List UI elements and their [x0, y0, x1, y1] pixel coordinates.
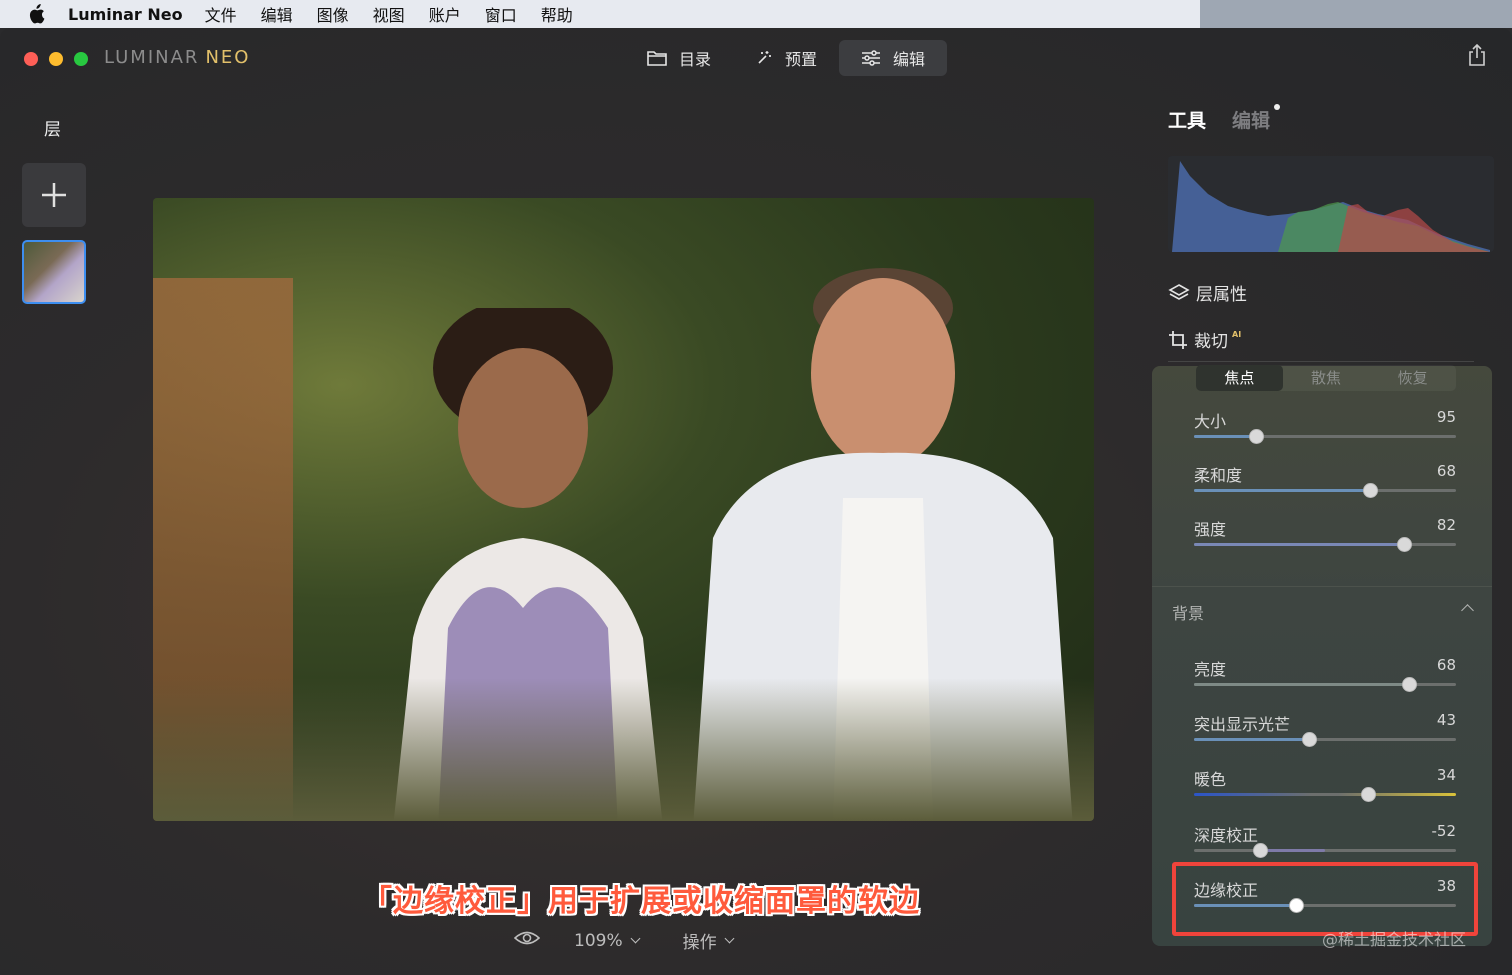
operations-label: 操作	[682, 933, 717, 953]
divider	[1168, 361, 1474, 362]
menu-help[interactable]: 帮助	[541, 2, 573, 26]
menu-window[interactable]: 窗口	[485, 2, 517, 26]
logo-text: LUMINAR	[104, 47, 200, 68]
crop-row[interactable]: 裁切 AI	[1168, 327, 1241, 352]
layer-properties-label: 层属性	[1196, 285, 1247, 305]
add-layer-button[interactable]	[22, 163, 86, 227]
slider-fill	[1194, 489, 1370, 492]
slider-fill	[1194, 543, 1404, 546]
slider-value: 95	[1436, 408, 1456, 426]
tab-edit-label: 编辑	[1232, 110, 1271, 132]
menu-image[interactable]: 图像	[317, 2, 349, 26]
close-window-button[interactable]	[24, 52, 38, 66]
slider-knob[interactable]	[1252, 843, 1268, 858]
zoom-dropdown[interactable]: 109%	[574, 930, 641, 951]
background-section-header[interactable]: 背景	[1172, 600, 1478, 624]
sidebar-tabs: 工具 编辑	[1168, 104, 1281, 133]
slider-label: 强度	[1194, 520, 1227, 539]
layer-thumbnail[interactable]	[22, 240, 86, 304]
segment-focus[interactable]: 焦点	[1196, 365, 1283, 391]
slider-knob[interactable]	[1248, 429, 1264, 444]
slider-knob[interactable]	[1401, 677, 1417, 692]
magic-wand-icon	[758, 51, 772, 64]
minimize-window-button[interactable]	[49, 52, 63, 66]
menu-bar: Luminar Neo 文件 编辑 图像 视图 账户 窗口 帮助	[0, 0, 1512, 28]
folder-icon	[647, 51, 667, 66]
slider-fill	[1260, 849, 1325, 852]
operations-dropdown[interactable]: 操作	[682, 928, 735, 953]
app-window: LUMINAR NEO 目录 预置 编辑 层 「边缘校正」用于扩展或收缩面罩的软…	[0, 28, 1512, 975]
nav-presets-button[interactable]: 预置	[733, 40, 839, 76]
slider-knob[interactable]	[1396, 537, 1412, 552]
sliders-icon	[862, 50, 881, 66]
slider-knob[interactable]	[1362, 483, 1378, 498]
apple-icon[interactable]	[26, 4, 46, 24]
crop-icon	[1169, 330, 1187, 349]
share-icon[interactable]	[1468, 43, 1486, 70]
slider-fill	[1194, 738, 1310, 741]
slider-label: 大小	[1194, 412, 1227, 431]
logo-neo-text: NEO	[205, 47, 251, 68]
slider-value: 68	[1436, 656, 1456, 674]
slider-value: 68	[1436, 462, 1456, 480]
annotation-highlight-box	[1172, 862, 1478, 936]
ai-badge: AI	[1232, 330, 1242, 339]
plus-icon	[42, 183, 66, 207]
slider-track[interactable]	[1194, 849, 1456, 852]
crop-label: 裁切	[1194, 332, 1228, 352]
slider-fill	[1194, 435, 1256, 438]
zoom-window-button[interactable]	[74, 52, 88, 66]
menu-app-name[interactable]: Luminar Neo	[68, 5, 183, 24]
menu-bar-right-area	[1200, 0, 1512, 28]
photo-ground	[153, 678, 1094, 821]
caption-overlay: 「边缘校正」用于扩展或收缩面罩的软边	[362, 884, 920, 919]
slider-label: 亮度	[1194, 660, 1227, 679]
histogram	[1168, 156, 1494, 252]
slider-value: 34	[1436, 766, 1456, 784]
chevron-down-icon	[630, 933, 641, 944]
menu-edit[interactable]: 编辑	[261, 2, 293, 26]
chevron-up-icon[interactable]	[1461, 604, 1474, 617]
divider	[1152, 586, 1492, 587]
photo-canvas[interactable]	[153, 198, 1094, 821]
nav-edit-label: 编辑	[893, 50, 926, 69]
slider-value: 43	[1436, 711, 1456, 729]
zoom-value: 109%	[574, 930, 623, 951]
bottom-toolbar: 109% 操作	[513, 928, 735, 953]
slider-label: 柔和度	[1194, 466, 1243, 485]
background-section-label: 背景	[1172, 604, 1205, 623]
nav-catalog-label: 目录	[679, 50, 712, 69]
nav-edit-button[interactable]: 编辑	[839, 40, 948, 76]
watermark: @稀土掘金技术社区	[1322, 930, 1467, 949]
layer-properties-row[interactable]: 层属性	[1168, 280, 1247, 305]
edit-indicator-dot	[1274, 104, 1281, 110]
segment-restore[interactable]: 恢复	[1369, 365, 1456, 391]
menu-file[interactable]: 文件	[205, 2, 237, 26]
slider-label: 突出显示光芒	[1194, 715, 1291, 734]
slider-value: -52	[1431, 822, 1457, 840]
menu-account[interactable]: 账户	[429, 2, 461, 26]
menu-view[interactable]: 视图	[373, 2, 405, 26]
slider-track[interactable]	[1194, 793, 1456, 796]
tab-tools[interactable]: 工具	[1168, 106, 1206, 133]
layers-title: 层	[44, 120, 61, 140]
chevron-down-icon	[724, 933, 735, 944]
eye-icon[interactable]	[513, 930, 541, 951]
app-logo: LUMINAR NEO	[104, 47, 250, 68]
segment-defocus[interactable]: 散焦	[1283, 365, 1370, 391]
slider-label: 暖色	[1194, 770, 1227, 789]
layers-icon	[1168, 283, 1190, 300]
nav-presets-label: 预置	[785, 50, 818, 69]
slider-label: 深度校正	[1194, 826, 1259, 845]
slider-value: 82	[1436, 516, 1456, 534]
tab-edit[interactable]: 编辑	[1232, 104, 1281, 133]
top-navigation: 目录 预置 编辑	[625, 40, 948, 76]
slider-fill	[1194, 683, 1409, 686]
nav-catalog-button[interactable]: 目录	[625, 40, 733, 76]
mode-segmented-control: 焦点 散焦 恢复	[1196, 365, 1456, 391]
